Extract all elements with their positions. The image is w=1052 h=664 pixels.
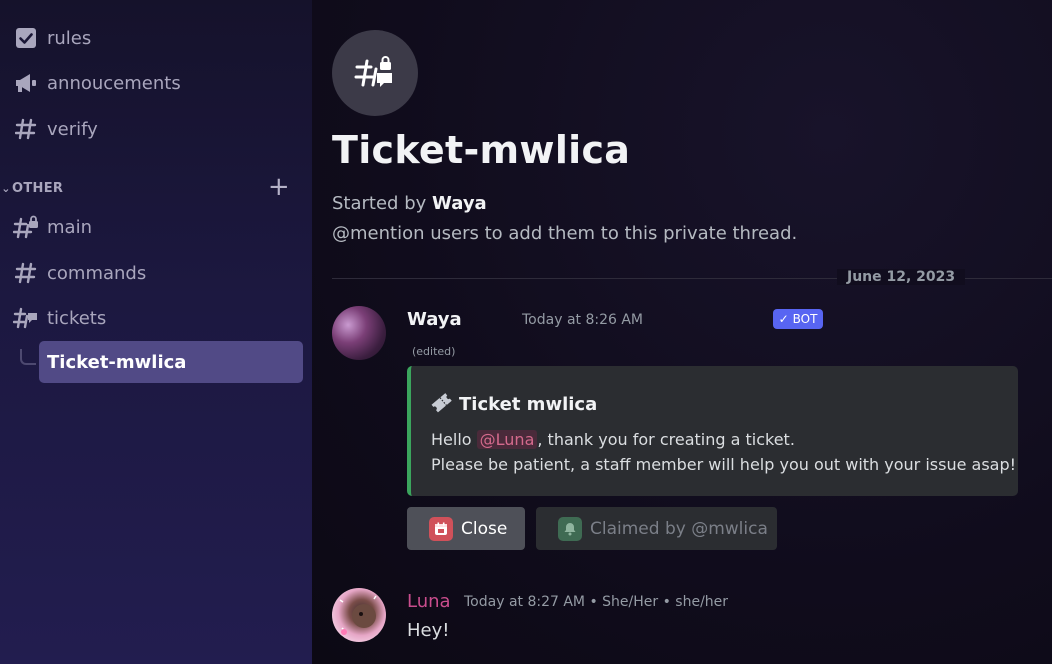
channel-label: annoucements xyxy=(47,72,181,94)
rules-checkbox-icon xyxy=(12,24,40,52)
chevron-down-icon: ⌄ xyxy=(1,181,11,195)
channel-sidebar: rules annoucements verify ⌄ OTHER + main… xyxy=(0,0,312,664)
channel-announcements[interactable]: annoucements xyxy=(10,63,304,103)
user-mention[interactable]: @Luna xyxy=(476,430,538,449)
checkmark-icon: ✓ xyxy=(778,312,789,326)
embed-line-1: Hello @Luna, thank you for creating a ti… xyxy=(431,430,795,449)
hash-thread-icon xyxy=(12,304,40,332)
embed-title: Ticket mwlica xyxy=(429,390,597,419)
channel-label: verify xyxy=(47,118,98,140)
avatar[interactable] xyxy=(332,588,386,642)
button-label: Claimed by @mwlica xyxy=(590,518,768,539)
channel-label: commands xyxy=(47,262,147,284)
megaphone-icon xyxy=(12,69,40,97)
channel-rules[interactable]: rules xyxy=(10,18,304,58)
thread-view: Ticket-mwlica Started by Waya @mention u… xyxy=(312,0,1052,664)
channel-main[interactable]: main xyxy=(10,207,304,247)
private-thread-icon xyxy=(332,30,418,116)
message-timestamp[interactable]: Today at 8:26 AM xyxy=(522,312,643,328)
plus-icon[interactable]: + xyxy=(268,172,290,202)
button-label: Close xyxy=(461,518,508,539)
close-ticket-button[interactable]: Close xyxy=(407,507,525,550)
thread-label: Ticket-mwlica xyxy=(47,351,187,373)
message-author[interactable]: Luna xyxy=(407,591,451,612)
message-timestamp[interactable]: Today at 8:27 AM • She/Her • she/her xyxy=(464,594,728,610)
channel-label: tickets xyxy=(47,307,107,329)
message-author[interactable]: Waya xyxy=(407,309,462,330)
hash-icon xyxy=(12,115,40,143)
channel-tickets[interactable]: tickets xyxy=(10,298,304,338)
thread-connector xyxy=(20,349,36,365)
calendar-close-icon xyxy=(429,516,453,541)
date-divider-label: June 12, 2023 xyxy=(837,269,966,285)
ticket-icon xyxy=(429,390,453,419)
message-content: Hey! xyxy=(407,620,450,641)
hash-lock-icon xyxy=(12,213,40,241)
channel-commands[interactable]: commands xyxy=(10,253,304,293)
category-other[interactable]: ⌄ OTHER + xyxy=(0,172,300,202)
bell-icon xyxy=(558,516,582,541)
hash-icon xyxy=(12,259,40,287)
channel-label: rules xyxy=(47,27,92,49)
edited-label: (edited) xyxy=(412,345,456,358)
started-by-username[interactable]: Waya xyxy=(432,193,487,214)
page-title: Ticket-mwlica xyxy=(332,128,631,172)
avatar[interactable] xyxy=(332,306,386,360)
channel-verify[interactable]: verify xyxy=(10,109,304,149)
ticket-embed: Ticket mwlica Hello @Luna, thank you for… xyxy=(407,366,1018,496)
thread-started-by: Started by Waya xyxy=(332,193,487,214)
category-label: OTHER xyxy=(12,180,64,196)
channel-label: main xyxy=(47,216,92,238)
bot-badge: ✓ BOT xyxy=(773,309,823,329)
thread-ticket-mwlica[interactable]: Ticket-mwlica xyxy=(39,341,303,383)
thread-mention-help: @mention users to add them to this priva… xyxy=(332,223,798,244)
embed-line-2: Please be patient, a staff member will h… xyxy=(431,455,1017,474)
claimed-button[interactable]: Claimed by @mwlica xyxy=(536,507,777,550)
